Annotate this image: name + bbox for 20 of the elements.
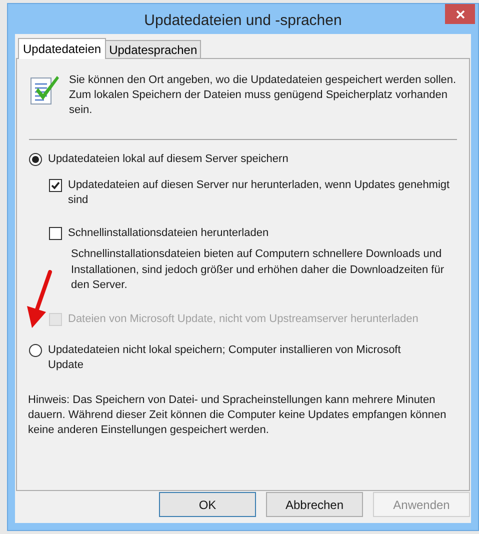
close-button[interactable] (445, 4, 475, 24)
checkbox-label[interactable]: Schnellinstallationsdateien herunterladen (68, 226, 456, 241)
dialog-button[interactable]: OK (159, 492, 256, 517)
description-text: Schnellinstallationsdateien bieten auf Computern schnellere Downloads und Installationen, sind jedoch größer und erhöhen daher die Downloadzeiten für den Server. (71, 247, 446, 293)
tab[interactable]: Updatesprachen (105, 40, 202, 58)
window-title: Updatedateien und -sprachen (143, 11, 343, 31)
radio-button[interactable] (29, 344, 42, 356)
checkbox-label[interactable]: Updatedateien auf diesen Server nur herunterladen, wenn Updates genehmigt sind (68, 178, 456, 208)
dialog-button[interactable]: Abbrechen (266, 492, 363, 517)
radio-button[interactable] (29, 153, 42, 166)
annotation-arrow (24, 270, 54, 330)
document-check-icon (30, 74, 60, 106)
tab[interactable]: Updatedateien (18, 38, 106, 59)
close-icon (456, 10, 464, 18)
note-text: Hinweis: Das Speichern von Datei- und Spracheinstellungen kann mehrere Minuten dauern. Während dieser Zeit können die Computer keine Updates empfangen können keine anderen Einstellungen gespeichert werden. (28, 392, 448, 438)
radio-label[interactable]: Updatedateien nicht lokal speichern; Computer installieren von Microsoft Update (48, 342, 436, 372)
checkbox[interactable] (49, 227, 62, 240)
info-text: Sie können den Ort angeben, wo die Updatedateien gespeichert werden sollen. Zum lokalen Speichern der Dateien muss genügend Speicherplatz vorhanden sein. (69, 73, 458, 118)
checkbox[interactable] (49, 179, 62, 192)
radio-label[interactable]: Updatedateien lokal auf diesem Server speichern (48, 152, 436, 167)
